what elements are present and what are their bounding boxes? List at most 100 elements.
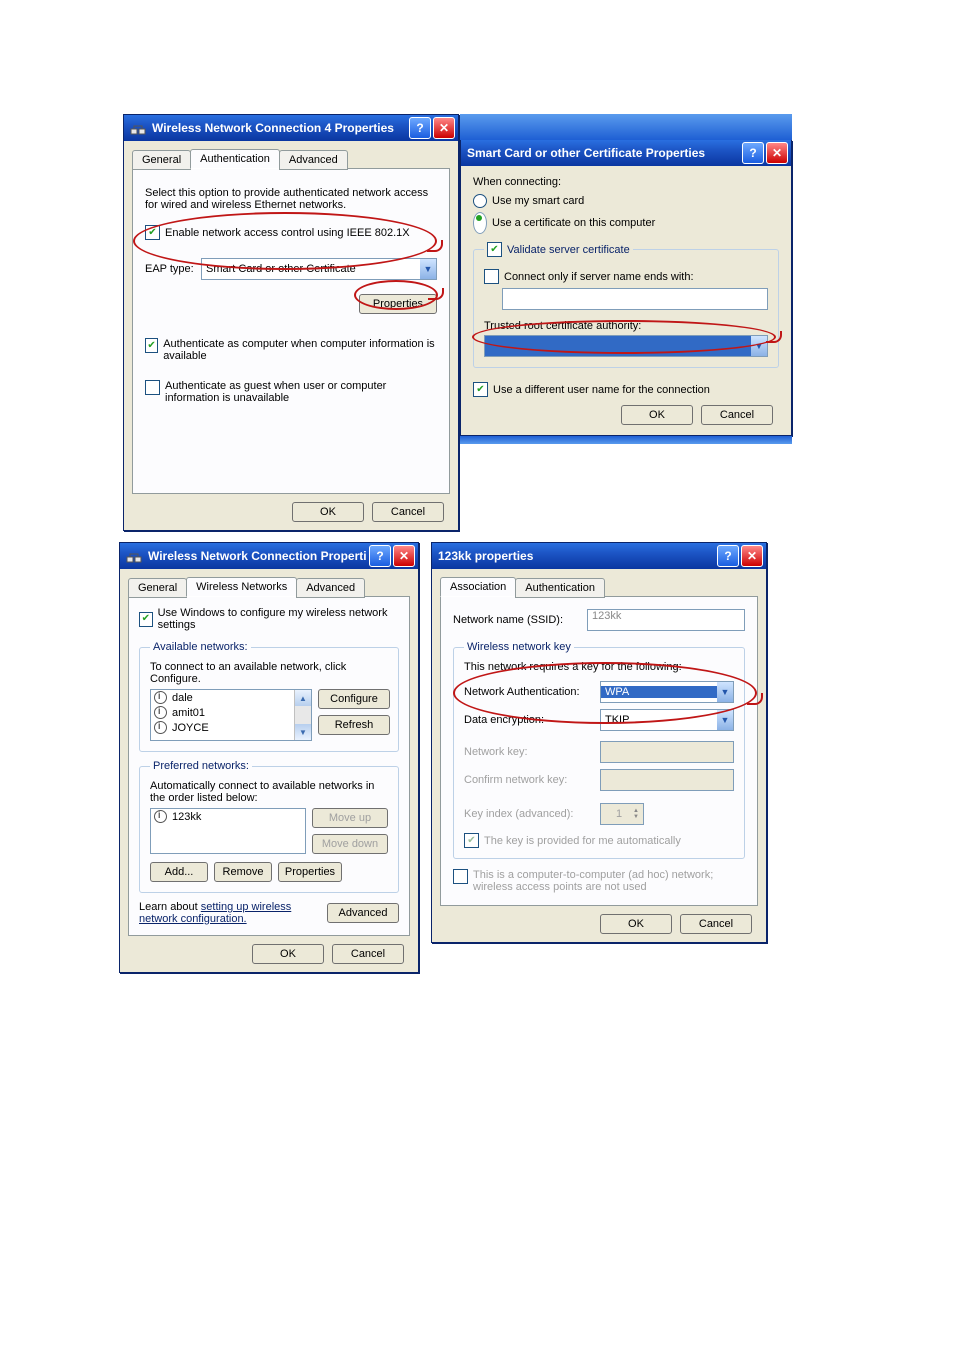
available-networks-list[interactable]: dale amit01 JOYCE ▲ ▼ [150, 689, 312, 741]
scrollbar[interactable]: ▲ ▼ [294, 690, 311, 740]
refresh-button[interactable]: Refresh [318, 715, 390, 735]
connect-only-if-checkbox[interactable] [484, 269, 499, 284]
adhoc-checkbox [453, 869, 468, 884]
enable-8021x-checkbox[interactable]: ✔ [145, 225, 160, 240]
close-button[interactable]: ✕ [766, 142, 788, 164]
advanced-button[interactable]: Advanced [327, 903, 399, 923]
network-key-label: Network key: [464, 746, 594, 758]
titlebar[interactable]: 123kk properties ? ✕ [432, 543, 766, 569]
tab-page-association: Network name (SSID): 123kk Wireless netw… [440, 596, 758, 906]
validate-cert-legend[interactable]: ✔ Validate server certificate [484, 242, 633, 257]
stepper-arrows-icon: ▲▼ [633, 808, 639, 820]
ssid-input[interactable]: 123kk [587, 609, 745, 631]
list-item[interactable]: 123kk [151, 809, 305, 824]
eap-type-select[interactable]: Smart Card or other Certificate ▼ [201, 258, 437, 280]
help-button[interactable]: ? [717, 545, 739, 567]
network-key-input [600, 741, 734, 763]
trusted-root-value [485, 336, 751, 356]
ok-button[interactable]: OK [600, 914, 672, 934]
help-button[interactable]: ? [409, 117, 431, 139]
close-button[interactable]: ✕ [741, 545, 763, 567]
scroll-up-icon[interactable]: ▲ [295, 690, 311, 706]
tab-general[interactable]: General [132, 150, 191, 170]
help-button[interactable]: ? [742, 142, 764, 164]
use-cert-radio[interactable] [473, 212, 487, 234]
network-icon [126, 548, 142, 564]
adhoc-label: This is a computer-to-computer (ad hoc) … [473, 869, 745, 893]
connect-only-if-row[interactable]: Connect only if server name ends with: [484, 269, 768, 284]
use-smart-card-radio[interactable] [473, 194, 487, 208]
titlebar[interactable]: Smart Card or other Certificate Properti… [461, 140, 791, 166]
help-button[interactable]: ? [369, 545, 391, 567]
preferred-networks-list[interactable]: 123kk [150, 808, 306, 854]
tab-advanced[interactable]: Advanced [279, 150, 348, 170]
cancel-button[interactable]: Cancel [332, 944, 404, 964]
key-auto-checkbox: ✔ [464, 833, 479, 848]
tab-page-wireless: ✔ Use Windows to configure my wireless n… [128, 596, 410, 936]
chevron-down-icon[interactable]: ▼ [717, 710, 733, 730]
auth-as-computer-row[interactable]: ✔ Authenticate as computer when computer… [145, 338, 437, 362]
titlebar[interactable]: Wireless Network Connection 4 Properties… [124, 115, 458, 141]
auth-as-guest-row[interactable]: Authenticate as guest when user or compu… [145, 380, 437, 404]
trusted-root-select[interactable]: ▼ [484, 335, 768, 357]
diff-user-checkbox[interactable]: ✔ [473, 382, 488, 397]
available-legend: Available networks: [150, 641, 251, 653]
list-item[interactable]: JOYCE [151, 720, 294, 735]
tab-advanced[interactable]: Advanced [296, 578, 365, 598]
tab-authentication[interactable]: Authentication [515, 578, 605, 598]
properties-button[interactable]: Properties [278, 862, 342, 882]
list-item[interactable]: dale [151, 690, 294, 705]
cancel-button[interactable]: Cancel [680, 914, 752, 934]
moveup-button[interactable]: Move up [312, 808, 388, 828]
use-smart-card-row[interactable]: Use my smart card [473, 194, 779, 208]
close-button[interactable]: ✕ [393, 545, 415, 567]
eap-type-label: EAP type: [145, 263, 201, 275]
configure-button[interactable]: Configure [318, 689, 390, 709]
net-auth-select[interactable]: WPA ▼ [600, 681, 734, 703]
use-smart-card-label: Use my smart card [492, 195, 584, 207]
data-enc-label: Data encryption: [464, 714, 594, 726]
adhoc-row: This is a computer-to-computer (ad hoc) … [453, 869, 745, 893]
tab-general[interactable]: General [128, 578, 187, 598]
net-auth-value: WPA [601, 686, 717, 698]
wnk-legend: Wireless network key [464, 641, 574, 653]
data-enc-select[interactable]: TKIP ▼ [600, 709, 734, 731]
validate-cert-checkbox[interactable]: ✔ [487, 242, 502, 257]
chevron-down-icon[interactable]: ▼ [717, 682, 733, 702]
preferred-legend: Preferred networks: [150, 760, 252, 772]
available-caption: To connect to an available network, clic… [150, 661, 388, 685]
remove-button[interactable]: Remove [214, 862, 272, 882]
key-auto-row: ✔ The key is provided for me automatical… [464, 833, 734, 848]
use-windows-row[interactable]: ✔ Use Windows to configure my wireless n… [139, 607, 399, 631]
ok-button[interactable]: OK [252, 944, 324, 964]
tab-wireless-networks[interactable]: Wireless Networks [186, 577, 297, 597]
add-button[interactable]: Add... [150, 862, 208, 882]
ok-button[interactable]: OK [292, 502, 364, 522]
network-item-icon [154, 721, 167, 734]
enable-8021x-row[interactable]: ✔ Enable network access control using IE… [145, 225, 437, 240]
ok-button[interactable]: OK [621, 405, 693, 425]
close-button[interactable]: ✕ [433, 117, 455, 139]
scroll-down-icon[interactable]: ▼ [295, 724, 311, 740]
net-auth-label: Network Authentication: [464, 686, 594, 698]
chevron-down-icon[interactable]: ▼ [751, 336, 767, 356]
cancel-button[interactable]: Cancel [701, 405, 773, 425]
properties-button[interactable]: Properties [359, 294, 437, 314]
tab-association[interactable]: Association [440, 577, 516, 597]
use-cert-row[interactable]: Use a certificate on this computer [473, 212, 779, 234]
tab-authentication[interactable]: Authentication [190, 149, 280, 169]
server-name-input[interactable] [502, 288, 768, 310]
confirm-key-input [600, 769, 734, 791]
diff-user-row[interactable]: ✔ Use a different user name for the conn… [473, 382, 779, 397]
chevron-down-icon[interactable]: ▼ [420, 259, 436, 279]
use-windows-checkbox[interactable]: ✔ [139, 612, 153, 627]
key-index-label: Key index (advanced): [464, 808, 594, 820]
tabs: Association Authentication [440, 575, 758, 597]
titlebar[interactable]: Wireless Network Connection Properties ?… [120, 543, 418, 569]
auth-as-guest-checkbox[interactable] [145, 380, 160, 395]
connect-only-if-label: Connect only if server name ends with: [504, 271, 694, 283]
movedown-button[interactable]: Move down [312, 834, 388, 854]
list-item[interactable]: amit01 [151, 705, 294, 720]
auth-as-computer-checkbox[interactable]: ✔ [145, 338, 158, 353]
cancel-button[interactable]: Cancel [372, 502, 444, 522]
